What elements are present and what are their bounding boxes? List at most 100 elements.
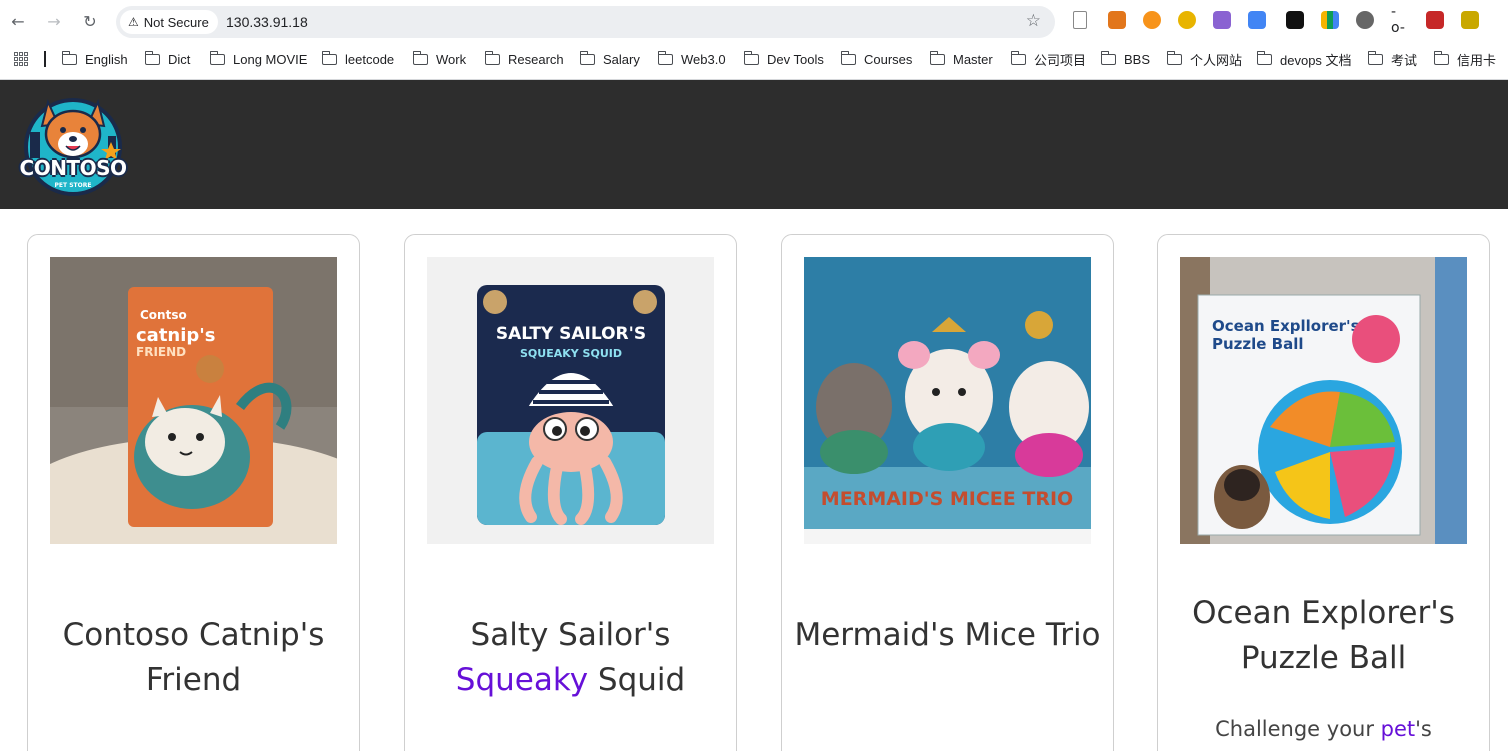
browser-toolbar: ← → ↻ ⚠ Not Secure 130.33.91.18 ☆ -o- xyxy=(0,0,1508,44)
bookmark-folder[interactable]: Long MOVIE xyxy=(209,50,308,68)
bookmark-label: 信用卡 xyxy=(1457,52,1497,68)
coin-extension-icon[interactable] xyxy=(1143,11,1161,29)
security-label: Not Secure xyxy=(143,14,209,30)
bookmark-folder[interactable]: Research xyxy=(484,50,564,68)
back-arrow-icon[interactable]: ← xyxy=(8,10,28,32)
face-extension-icon[interactable] xyxy=(1178,11,1196,29)
cloud-extension-icon[interactable] xyxy=(1213,11,1231,29)
product-card[interactable]: Contso catnip's FRIEND Contoso Catnip's … xyxy=(27,234,360,751)
megaphone-extension-icon[interactable] xyxy=(1426,11,1444,29)
bookmark-label: Web3.0 xyxy=(681,51,726,67)
fox-extension-icon[interactable] xyxy=(1108,11,1126,29)
title-text: Salty Sailor's xyxy=(470,617,671,653)
bookmark-label: English xyxy=(85,51,128,67)
logo-badge-icon xyxy=(24,98,122,196)
bookmark-folder[interactable]: Web3.0 xyxy=(657,50,726,68)
bookmark-folder[interactable]: devops 文档 xyxy=(1256,50,1352,68)
page-icon[interactable] xyxy=(1073,11,1087,29)
books-extension-icon[interactable] xyxy=(1321,11,1339,29)
package-title-text: MERMAID'S MICEE TRIO xyxy=(821,488,1073,510)
product-card[interactable]: SALTY SAILOR'S SQUEAKY SQUID Salty Sailo… xyxy=(404,234,737,751)
product-card[interactable]: MERMAID'S MICEE TRIO Mermaid's Mice Trio xyxy=(781,234,1114,751)
folder-icon xyxy=(657,50,673,65)
contoso-logo[interactable]: CONTOSO PET STORE xyxy=(18,92,128,196)
bookmark-label: Research xyxy=(508,51,564,67)
folder-icon xyxy=(1010,50,1026,65)
folder-icon xyxy=(1367,50,1383,65)
forward-arrow-icon[interactable]: → xyxy=(44,10,64,32)
bookmark-folder[interactable]: Master xyxy=(929,50,993,68)
site-header: CONTOSO PET STORE xyxy=(0,80,1508,209)
person-extension-icon[interactable] xyxy=(1356,11,1374,29)
title-text-end: Squid xyxy=(588,662,686,698)
bookmark-label: 公司项目 xyxy=(1034,52,1087,68)
squid-toy-image: SALTY SAILOR'S SQUEAKY SQUID xyxy=(427,257,714,544)
bookmark-star-icon[interactable]: ☆ xyxy=(1026,11,1041,31)
bookmarks-bar: English Dict Long MOVIE leetcode Work Re… xyxy=(0,44,1508,74)
bookmark-folder[interactable]: Courses xyxy=(840,50,912,68)
commit-extension-icon[interactable]: -o- xyxy=(1391,4,1409,36)
bird-extension-icon[interactable] xyxy=(1461,11,1479,29)
bookmark-folder[interactable]: 考试 xyxy=(1367,50,1418,68)
bookmark-folder[interactable]: Dict xyxy=(144,50,191,68)
folder-icon xyxy=(144,50,160,65)
description-text-end: 's xyxy=(1415,717,1432,741)
product-image[interactable]: SALTY SAILOR'S SQUEAKY SQUID xyxy=(427,257,714,544)
package-title-text: catnip's xyxy=(136,325,216,346)
bookmark-folder[interactable]: 个人网站 xyxy=(1166,50,1243,68)
bookmark-folder[interactable]: 公司项目 xyxy=(1010,50,1087,68)
puzzle-ball-toy-image: Ocean Expllorer's Puzzle Ball xyxy=(1180,257,1467,544)
folder-icon xyxy=(840,50,856,65)
title-text: Mermaid's Mice Trio xyxy=(794,617,1101,653)
security-chip[interactable]: ⚠ Not Secure xyxy=(120,10,218,34)
mice-toy-image: MERMAID'S MICEE TRIO xyxy=(804,257,1091,544)
title-highlight: Squeaky xyxy=(455,662,589,698)
bookmarks-separator xyxy=(44,51,46,67)
title-text: Ocean Explorer's Puzzle Ball xyxy=(1192,595,1455,676)
bookmark-folder[interactable]: Salary xyxy=(579,50,640,68)
address-bar[interactable]: ⚠ Not Secure 130.33.91.18 ☆ xyxy=(116,6,1055,38)
url-text[interactable]: 130.33.91.18 xyxy=(226,14,308,30)
apps-grid-icon[interactable] xyxy=(14,52,28,66)
translate-extension-icon[interactable] xyxy=(1248,11,1266,29)
logo-text: CONTOSO xyxy=(19,156,127,180)
product-image[interactable]: MERMAID'S MICEE TRIO xyxy=(804,257,1091,544)
reload-icon[interactable]: ↻ xyxy=(80,10,100,32)
bookmark-label: BBS xyxy=(1124,51,1151,67)
bookmark-label: Dict xyxy=(168,51,191,67)
product-title[interactable]: Salty Sailor's Squeaky Squid xyxy=(415,613,726,703)
description-text: Challenge your xyxy=(1215,717,1381,741)
bookmark-folder[interactable]: Work xyxy=(412,50,467,68)
bookmark-folder[interactable]: 信用卡 xyxy=(1433,50,1497,68)
description-highlight: pet xyxy=(1380,717,1416,741)
package-title-text: SALTY SAILOR'S xyxy=(496,324,646,344)
chart-extension-icon[interactable] xyxy=(1286,11,1304,29)
folder-icon xyxy=(61,50,77,65)
product-title[interactable]: Contoso Catnip's Friend xyxy=(38,613,349,703)
catnip-toy-image: Contso catnip's FRIEND xyxy=(50,257,337,544)
product-image[interactable]: Contso catnip's FRIEND xyxy=(50,257,337,544)
product-title[interactable]: Ocean Explorer's Puzzle Ball xyxy=(1168,591,1479,681)
package-subtitle-text: Puzzle Ball xyxy=(1212,335,1304,353)
bookmark-label: leetcode xyxy=(345,51,395,67)
bookmark-label: Long MOVIE xyxy=(233,51,308,67)
folder-icon xyxy=(1100,50,1116,65)
bookmark-label: 个人网站 xyxy=(1190,52,1243,68)
bookmark-label: Salary xyxy=(603,51,640,67)
bookmark-folder[interactable]: leetcode xyxy=(321,50,395,68)
product-card[interactable]: Ocean Expllorer's Puzzle Ball Ocean Expl… xyxy=(1157,234,1490,751)
bookmark-label: Work xyxy=(436,51,467,67)
folder-icon xyxy=(1256,50,1272,65)
bookmark-label: Master xyxy=(953,51,993,67)
bookmark-folder[interactable]: Dev Tools xyxy=(743,50,824,68)
bookmark-folder[interactable]: BBS xyxy=(1100,50,1151,68)
warning-triangle-icon: ⚠ xyxy=(128,15,139,29)
folder-icon xyxy=(579,50,595,65)
product-title[interactable]: Mermaid's Mice Trio xyxy=(792,613,1103,658)
bookmark-folder[interactable]: English xyxy=(61,50,128,68)
product-image[interactable]: Ocean Expllorer's Puzzle Ball xyxy=(1180,257,1467,544)
folder-icon xyxy=(321,50,337,65)
package-subtitle-text: FRIEND xyxy=(136,345,186,359)
package-title-text: Ocean Expllorer's xyxy=(1212,317,1360,335)
bookmark-label: 考试 xyxy=(1391,52,1418,68)
